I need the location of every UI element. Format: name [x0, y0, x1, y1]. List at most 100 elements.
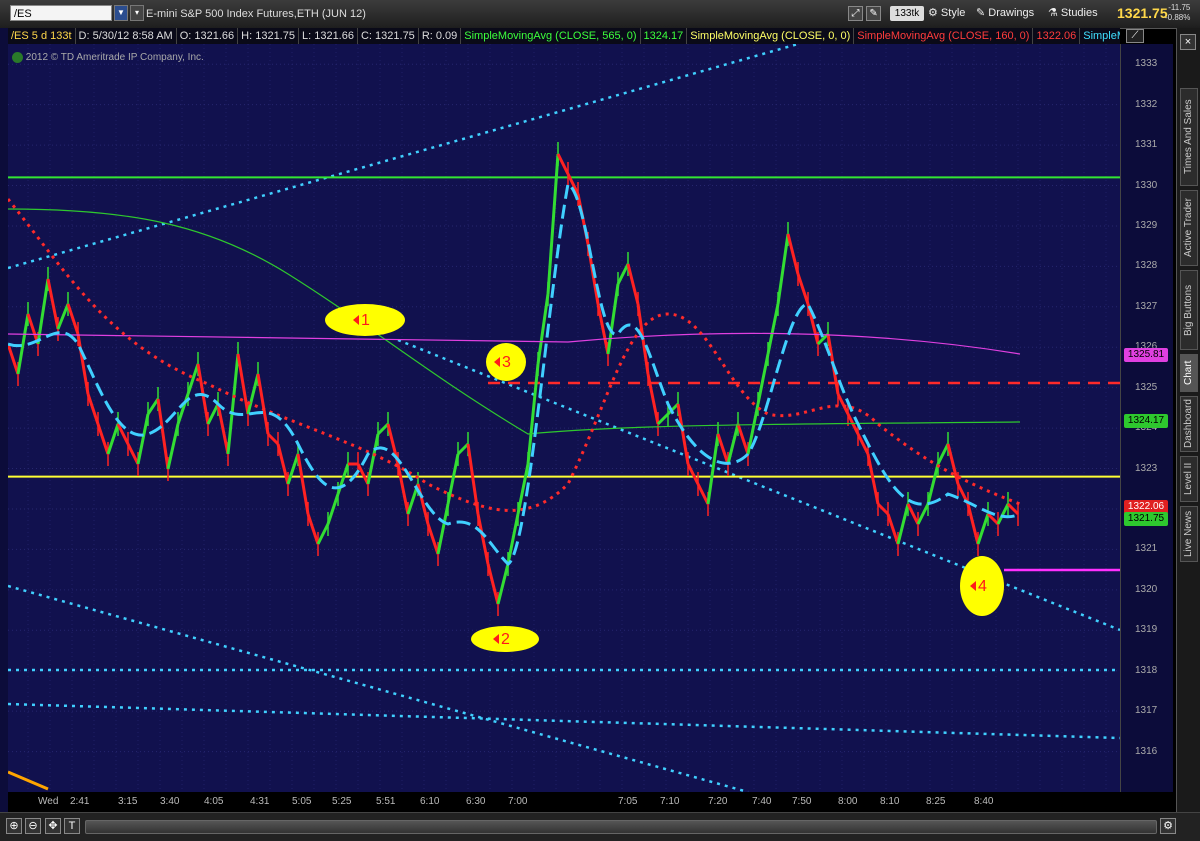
symbol-dropdown-button[interactable]: ▼	[114, 5, 128, 21]
chart-settings-icon[interactable]: ⚙	[1160, 818, 1176, 834]
tick-badge[interactable]: 133tk	[890, 6, 924, 21]
chart-scrollbar[interactable]	[85, 820, 1157, 834]
side-tab-big-buttons[interactable]: Big Buttons	[1180, 270, 1198, 350]
price-bar-segment	[726, 423, 740, 465]
time-tick-label: 8:40	[974, 796, 994, 807]
left-edge	[0, 28, 8, 812]
price-bar-segment	[656, 412, 670, 426]
price-tick-label: 1332	[1135, 98, 1158, 110]
price-bar-segment	[606, 283, 620, 355]
price-bar-segment	[686, 463, 700, 485]
annotation-label: 2	[501, 631, 510, 648]
price-bar-segment	[616, 263, 630, 285]
side-tab-dashboard[interactable]: Dashboard	[1180, 396, 1198, 452]
study-legend-item: 1322.06	[1033, 28, 1081, 44]
annotation-label: 4	[978, 578, 987, 595]
price-bar-segment	[986, 512, 1000, 526]
price-bar-segment	[236, 353, 250, 415]
price-bar-segment	[736, 423, 750, 455]
price-bar-segment	[476, 513, 490, 565]
chart-svg: 1 2 3 4	[8, 44, 1120, 792]
price-bar-segment	[56, 303, 70, 330]
price-bar-segment	[696, 483, 710, 505]
link-icon[interactable]: ⤢	[848, 5, 863, 21]
trendline-dotted	[8, 584, 749, 792]
price-bar-segment	[66, 303, 80, 335]
price-bar-segment	[716, 433, 730, 465]
price-tick-label: 1330	[1135, 179, 1158, 191]
time-tick-label: 5:25	[332, 796, 352, 807]
change-percent: -0.88%	[1165, 13, 1191, 22]
symbol-menu-button[interactable]: ▾	[130, 5, 144, 21]
price-bar-segment	[146, 398, 160, 415]
zoom-out-icon[interactable]: ⊖	[25, 818, 41, 834]
side-tab-level-ii[interactable]: Level II	[1180, 456, 1198, 502]
price-bar-segment	[556, 153, 570, 175]
time-tick-label: 7:20	[708, 796, 728, 807]
close-panel-icon[interactable]: ×	[1180, 34, 1196, 50]
price-tick-label: 1319	[1135, 624, 1158, 636]
price-bar-segment	[506, 513, 520, 565]
trendline-dotted	[8, 44, 799, 270]
price-bar-segment	[176, 393, 190, 425]
study-legend-item[interactable]: /ES 5 d 133t	[8, 28, 76, 44]
price-axis: 1333133213311330132913281327132613251324…	[1120, 44, 1173, 792]
time-tick-label: 3:40	[160, 796, 180, 807]
price-tick-label: 1323	[1135, 462, 1158, 474]
study-legend-item: L: 1321.66	[299, 28, 358, 44]
price-bar-segment	[126, 443, 140, 465]
price-bar-segment	[246, 373, 260, 415]
price-tick-label: 1320	[1135, 583, 1158, 595]
toolbar-icons: ⤢ ✎	[848, 5, 882, 22]
price-bar-segment	[156, 398, 170, 470]
price-bar-segment	[756, 353, 770, 405]
price-bar-segment	[916, 503, 930, 525]
style-button[interactable]: ⚙ Style	[928, 5, 965, 22]
price-chart[interactable]: 1 2 3 4 2012 © TD Ameritrade IP Company, In…	[8, 44, 1120, 792]
price-bar-segment	[86, 393, 100, 425]
price-tick-label: 1325	[1135, 381, 1158, 393]
study-legend-item: SimpleMov	[1080, 28, 1120, 44]
price-bar-segment	[266, 432, 280, 446]
study-legend-item: O: 1321.66	[177, 28, 239, 44]
price-bar-segment	[776, 233, 790, 305]
price-bar-segment	[676, 403, 690, 465]
side-tab-live-news[interactable]: Live News	[1180, 506, 1198, 562]
side-tab-times-and-sales[interactable]: Times And Sales	[1180, 88, 1198, 186]
price-bar-segment	[276, 443, 290, 485]
time-tick-label: 4:05	[204, 796, 224, 807]
price-bar-segment	[316, 523, 330, 545]
price-bar-segment	[226, 353, 240, 455]
study-legend-item: 1324.17	[641, 28, 688, 44]
price-bar-segment	[976, 513, 990, 545]
side-tab-active-trader[interactable]: Active Trader	[1180, 190, 1198, 266]
last-price: 1321.75	[1117, 5, 1168, 21]
wrench-icon[interactable]: ✎	[866, 5, 882, 21]
draw-tool-icon[interactable]: ⟋	[1126, 29, 1144, 43]
instrument-title: E-mini S&P 500 Index Futures,ETH (JUN 12…	[146, 8, 366, 20]
time-tick-label: 7:05	[618, 796, 638, 807]
price-tick-label: 1333	[1135, 58, 1158, 70]
price-bar-segment	[946, 443, 960, 485]
price-bar-segment	[646, 373, 660, 425]
drawings-button[interactable]: ✎ Drawings	[976, 5, 1034, 22]
text-tool-icon[interactable]: T	[64, 818, 80, 834]
trendline-dotted	[8, 702, 1120, 740]
study-legend-item: R: 0.09	[419, 28, 462, 44]
zoom-in-icon[interactable]: ⊕	[6, 818, 22, 834]
time-tick-label: 6:10	[420, 796, 440, 807]
side-tab-chart[interactable]: Chart	[1180, 354, 1198, 392]
price-marker-label: 1324.17	[1124, 414, 1168, 429]
price-bar-segment	[166, 423, 180, 470]
price-bar-segment	[8, 343, 20, 375]
symbol-input[interactable]: /ES	[10, 5, 112, 21]
study-legend-item: SimpleMovingAvg (CLOSE, 160, 0)	[854, 28, 1034, 44]
price-change: -11.75 -0.88%	[1165, 3, 1190, 23]
study-legend-item: SimpleMovingAvg (CLOSE, 0, 0)	[687, 28, 855, 44]
price-tick-label: 1327	[1135, 300, 1158, 312]
studies-button[interactable]: ⚗ Studies	[1048, 5, 1098, 22]
price-tick-label: 1317	[1135, 705, 1158, 717]
pan-icon[interactable]: ✥	[45, 818, 61, 834]
price-bar-segment	[306, 513, 320, 545]
price-bar-segment	[16, 313, 30, 375]
